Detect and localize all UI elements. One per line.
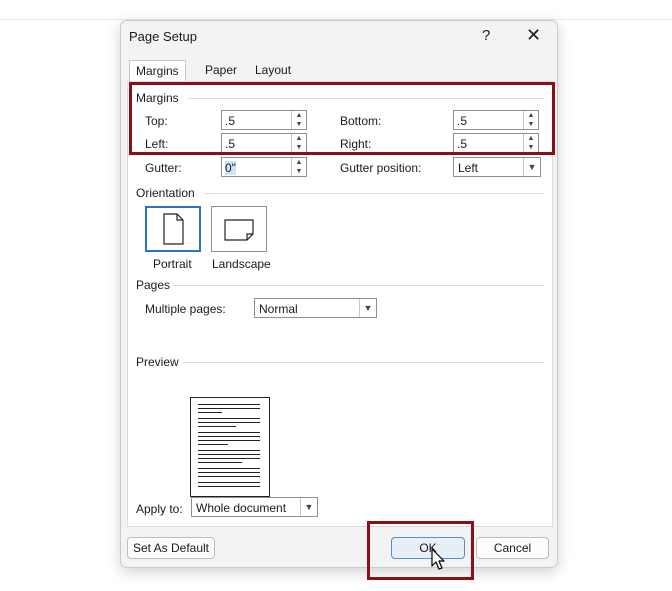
- chevron-down-icon: ▼: [300, 498, 317, 516]
- landscape-option[interactable]: [211, 206, 267, 252]
- close-icon[interactable]: ✕: [526, 25, 541, 46]
- page-preview: [190, 397, 270, 497]
- preview-line: [198, 426, 236, 427]
- portrait-page-icon: [163, 213, 184, 245]
- preview-line: [198, 450, 260, 451]
- divider: [173, 285, 544, 286]
- tab-margins[interactable]: Margins: [129, 60, 186, 83]
- landscape-page-icon: [224, 219, 254, 241]
- preview-line: [198, 412, 222, 413]
- margins-highlight-box: [129, 82, 555, 155]
- preview-line: [198, 476, 260, 477]
- gutter-value: 0": [225, 161, 236, 175]
- preview-line: [198, 422, 260, 423]
- multiple-pages-value: Normal: [259, 302, 298, 316]
- apply-to-select[interactable]: Whole document ▼: [191, 497, 318, 517]
- gutter-input[interactable]: 0" ▲ ▼: [221, 157, 307, 177]
- preview-line: [198, 432, 260, 433]
- preview-line: [198, 444, 228, 445]
- preview-line: [198, 440, 260, 441]
- preview-line: [198, 486, 260, 487]
- pages-section-label: Pages: [136, 278, 171, 292]
- tab-paper[interactable]: Paper: [199, 60, 243, 80]
- gutter-position-select[interactable]: Left ▼: [453, 157, 541, 177]
- portrait-option[interactable]: [145, 206, 201, 252]
- preview-line: [198, 454, 260, 455]
- preview-line: [198, 482, 260, 483]
- cancel-button[interactable]: Cancel: [476, 537, 549, 559]
- divider: [183, 362, 544, 363]
- preview-line: [198, 472, 260, 473]
- apply-to-value: Whole document: [196, 501, 287, 515]
- preview-line: [198, 436, 260, 437]
- dialog-title: Page Setup: [129, 29, 197, 44]
- gutter-spin-arrows[interactable]: ▲ ▼: [291, 158, 306, 176]
- preview-line: [198, 462, 242, 463]
- ok-highlight-box: [367, 521, 474, 580]
- preview-line: [198, 408, 260, 409]
- chevron-down-icon: ▼: [359, 299, 376, 317]
- spin-down-icon: ▼: [295, 168, 303, 175]
- divider: [204, 193, 544, 194]
- tab-layout[interactable]: Layout: [249, 60, 297, 80]
- preview-line: [198, 418, 260, 419]
- orientation-section-label: Orientation: [136, 186, 195, 200]
- preview-line: [198, 458, 260, 459]
- apply-to-label: Apply to:: [136, 502, 183, 516]
- set-as-default-button[interactable]: Set As Default: [127, 537, 215, 559]
- help-icon[interactable]: ?: [482, 27, 490, 44]
- preview-line: [198, 468, 260, 469]
- gutter-position-label: Gutter position:: [340, 161, 422, 175]
- multiple-pages-label: Multiple pages:: [145, 302, 226, 316]
- tab-strip: Margins Paper Layout: [127, 60, 551, 83]
- preview-section-label: Preview: [136, 355, 179, 369]
- gutter-position-value: Left: [458, 161, 479, 175]
- landscape-label: Landscape: [212, 257, 271, 271]
- gutter-label: Gutter:: [145, 161, 182, 175]
- spin-up-icon: ▲: [295, 159, 303, 166]
- preview-line: [198, 404, 260, 405]
- portrait-label: Portrait: [153, 257, 192, 271]
- chevron-down-icon: ▼: [523, 158, 540, 176]
- mouse-cursor-icon: [431, 548, 445, 570]
- background-document-edge: [0, 0, 672, 20]
- multiple-pages-select[interactable]: Normal ▼: [254, 298, 377, 318]
